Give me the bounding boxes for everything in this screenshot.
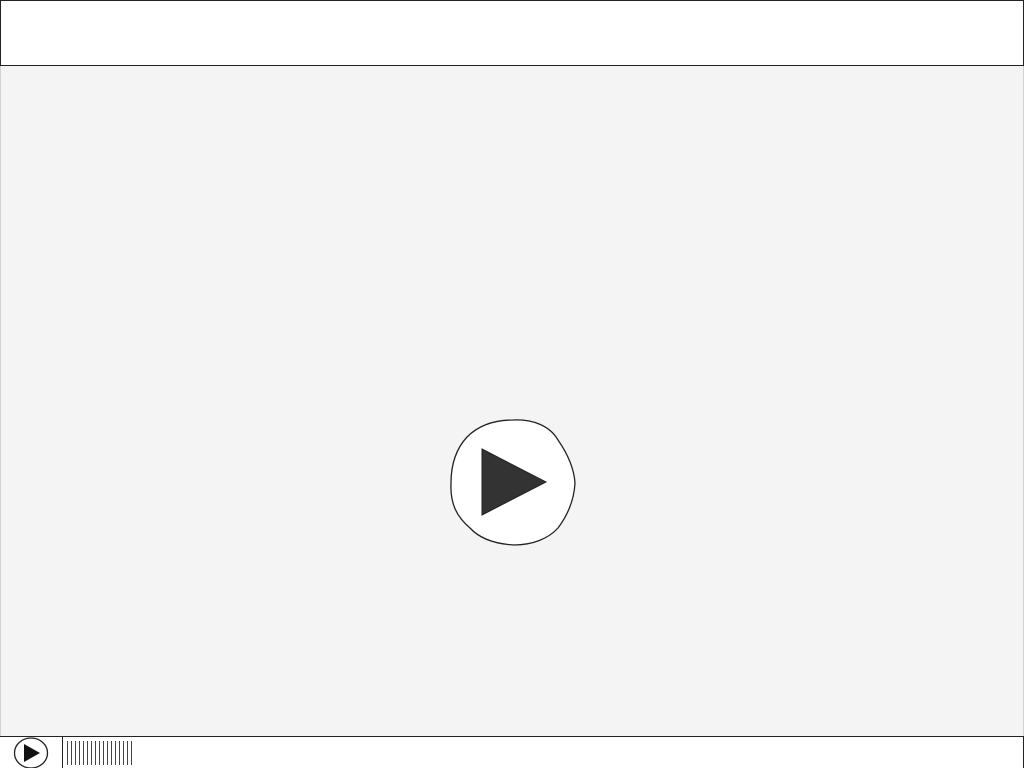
play-button[interactable] <box>13 737 49 768</box>
big-play-button[interactable] <box>447 416 579 548</box>
title-bar <box>0 0 1024 66</box>
player-controls-bar <box>0 736 1024 768</box>
play-circle-icon <box>450 419 576 546</box>
video-canvas[interactable] <box>0 66 1024 736</box>
video-player-window <box>0 0 1024 768</box>
progress-buffered-fill <box>67 741 134 765</box>
progress-bar[interactable] <box>62 737 1024 768</box>
play-icon <box>13 737 49 768</box>
